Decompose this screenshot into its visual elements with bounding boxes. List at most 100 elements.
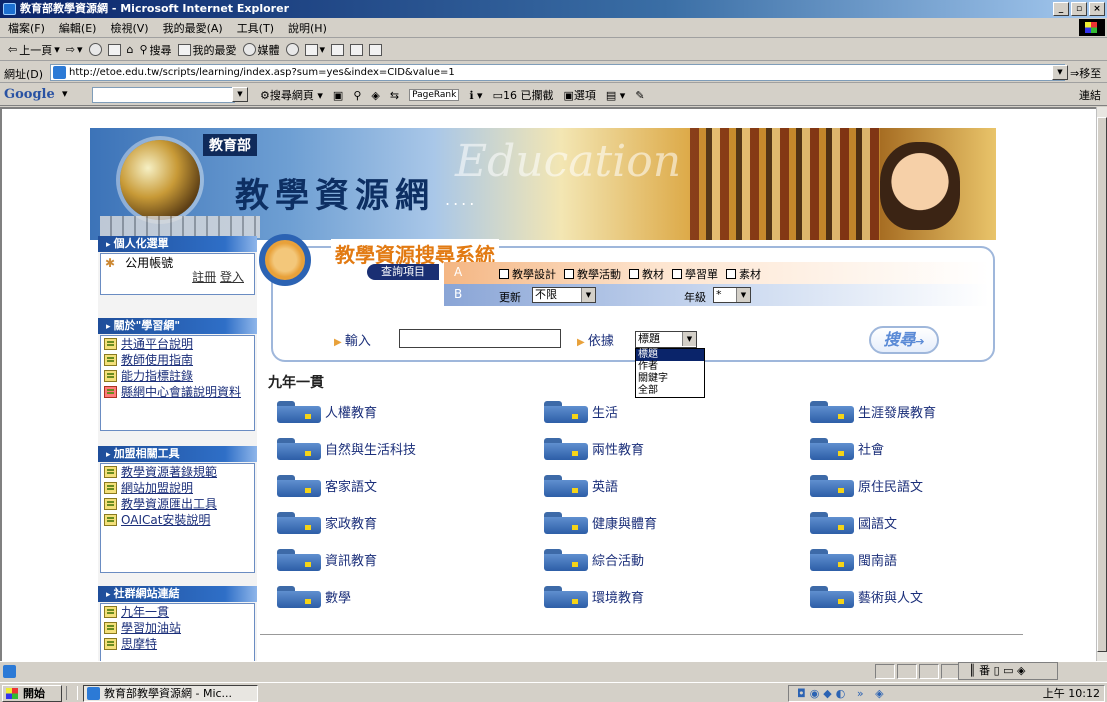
favorites-button[interactable]: 我的最愛: [177, 42, 237, 58]
menu-tools[interactable]: 工具(T): [237, 20, 274, 36]
folder-icon: [536, 584, 588, 608]
category-link[interactable]: 閩南語: [802, 547, 897, 571]
google-search-dropdown[interactable]: ▼: [232, 87, 248, 102]
category-link[interactable]: 生活: [536, 399, 618, 423]
type-checkbox[interactable]: 教材: [629, 266, 664, 282]
type-checkbox[interactable]: 素材: [726, 266, 761, 282]
by-option[interactable]: 關鍵字: [636, 373, 704, 385]
category-link[interactable]: 自然與生活科技: [269, 436, 416, 460]
messenger-button[interactable]: [369, 43, 383, 56]
minimize-button[interactable]: _: [1053, 2, 1069, 16]
community-item[interactable]: 思摩特: [101, 636, 254, 652]
community-item[interactable]: 學習加油站: [101, 620, 254, 636]
by-select[interactable]: 標題 ▼: [635, 331, 697, 348]
category-link[interactable]: 人權教育: [269, 399, 377, 423]
home-button[interactable]: ⌂: [127, 43, 134, 56]
category-link[interactable]: 綜合活動: [536, 547, 644, 571]
search-web-button[interactable]: ⚙搜尋網頁 ▾: [260, 87, 323, 103]
refresh-button[interactable]: [107, 43, 121, 56]
category-link[interactable]: 數學: [269, 584, 351, 608]
history-button[interactable]: [285, 43, 299, 56]
links-button[interactable]: 連結: [1079, 87, 1101, 103]
category-link[interactable]: 健康與體育: [536, 510, 657, 534]
tray-icons[interactable]: ◘◉◆◐ » ◈: [797, 686, 888, 701]
go-button[interactable]: ⇒移至: [1070, 65, 1101, 81]
stop-button[interactable]: [88, 43, 102, 56]
tools-item[interactable]: 教學資源匯出工具: [101, 496, 254, 512]
about-item[interactable]: 教師使用指南: [101, 352, 254, 368]
back-button[interactable]: ⇦ 上一頁 ▾: [8, 42, 60, 58]
menu-file[interactable]: 檔案(F): [8, 20, 45, 36]
google-search-input[interactable]: [92, 87, 235, 103]
ime-toolbar[interactable]: ║ 番 ▯ ▭ ◈: [958, 662, 1058, 680]
login-link[interactable]: 登入: [220, 270, 244, 284]
document-icon: [104, 482, 117, 494]
chevron-down-icon[interactable]: ▾: [62, 87, 68, 100]
forward-button[interactable]: ⇨ ▾: [66, 43, 83, 56]
category-link[interactable]: 原住民語文: [802, 473, 923, 497]
vertical-scrollbar[interactable]: [1096, 107, 1107, 661]
media-button[interactable]: 媒體: [242, 42, 280, 58]
category-link[interactable]: 生涯發展教育: [802, 399, 936, 423]
maximize-button[interactable]: ▫: [1071, 2, 1087, 16]
tools-item[interactable]: 教學資源著錄規範: [101, 464, 254, 480]
menu-view[interactable]: 檢視(V): [110, 20, 148, 36]
category-link[interactable]: 英語: [536, 473, 618, 497]
address-input[interactable]: http://etoe.edu.tw/scripts/learning/inde…: [50, 64, 1065, 81]
category-link[interactable]: 環境教育: [536, 584, 644, 608]
about-item[interactable]: 縣網中心會議說明資料: [101, 384, 254, 400]
category-link[interactable]: 家政教育: [269, 510, 377, 534]
menu-help[interactable]: 說明(H): [288, 20, 327, 36]
update-label: 更新: [499, 291, 521, 304]
address-dropdown-button[interactable]: ▼: [1052, 65, 1068, 80]
about-list: 共通平台說明 教師使用指南 能力指標註錄 縣網中心會議說明資料: [100, 335, 255, 431]
category-link[interactable]: 客家語文: [269, 473, 377, 497]
category-link[interactable]: 資訊教育: [269, 547, 377, 571]
by-option[interactable]: 全部: [636, 385, 704, 397]
google-logo[interactable]: Google: [4, 87, 55, 102]
category-link[interactable]: 社會: [802, 436, 884, 460]
grade-select[interactable]: * ▼: [713, 287, 751, 303]
options-button[interactable]: ▣選項: [563, 87, 595, 103]
tools-item[interactable]: 網站加盟說明: [101, 480, 254, 496]
pen-icon[interactable]: ✎: [635, 89, 644, 102]
close-button[interactable]: ×: [1089, 2, 1105, 16]
start-button[interactable]: 開始: [2, 685, 62, 702]
menu-favorites[interactable]: 我的最愛(A): [163, 20, 223, 36]
category-link[interactable]: 藝術與人文: [802, 584, 923, 608]
category-link[interactable]: 兩性教育: [536, 436, 644, 460]
type-checkbox[interactable]: 教學活動: [564, 266, 621, 282]
search-site-icon[interactable]: ▣: [333, 89, 343, 102]
info-button[interactable]: ℹ ▾: [469, 89, 482, 102]
by-option[interactable]: 作者: [636, 361, 704, 373]
about-item[interactable]: 共通平台說明: [101, 336, 254, 352]
menu-edit[interactable]: 編輯(E): [59, 20, 97, 36]
folder-button[interactable]: ▤ ▾: [606, 89, 625, 102]
print-icon: [331, 43, 345, 56]
about-item[interactable]: 能力指標註錄: [101, 368, 254, 384]
up-icon[interactable]: ⇆: [390, 89, 399, 102]
by-option[interactable]: 標題: [636, 349, 704, 361]
print-button[interactable]: [331, 43, 345, 56]
highlight-icon[interactable]: ◈: [371, 89, 379, 102]
folder-icon: [802, 510, 854, 534]
edit-button[interactable]: [350, 43, 364, 56]
search-button[interactable]: ⚲ 搜尋: [139, 42, 171, 58]
popup-blocker[interactable]: ▭16 已攔截: [493, 87, 554, 103]
taskbar-ie-window[interactable]: 教育部教學資源網 - Mic...: [83, 685, 258, 702]
category-link[interactable]: 國語文: [802, 510, 897, 534]
register-link[interactable]: 註冊: [192, 270, 216, 284]
keyword-input[interactable]: [399, 329, 561, 348]
tools-item[interactable]: OAICat安裝說明: [101, 512, 254, 528]
find-icon[interactable]: ⚲: [353, 89, 361, 102]
scrollbar-thumb[interactable]: [1097, 117, 1107, 652]
type-checkbox[interactable]: 教學設計: [499, 266, 556, 282]
type-checkbox[interactable]: 學習單: [672, 266, 718, 282]
update-select[interactable]: 不限 ▼: [532, 287, 596, 303]
mail-button[interactable]: ▾: [304, 43, 325, 56]
community-item[interactable]: 九年一貫: [101, 604, 254, 620]
ie-icon: [3, 3, 16, 15]
window-title-bar[interactable]: 教育部教學資源網 - Microsoft Internet Explorer _…: [0, 0, 1107, 18]
pagerank-indicator[interactable]: PageRank: [409, 89, 460, 101]
search-submit-button[interactable]: 搜尋➔: [869, 326, 939, 354]
